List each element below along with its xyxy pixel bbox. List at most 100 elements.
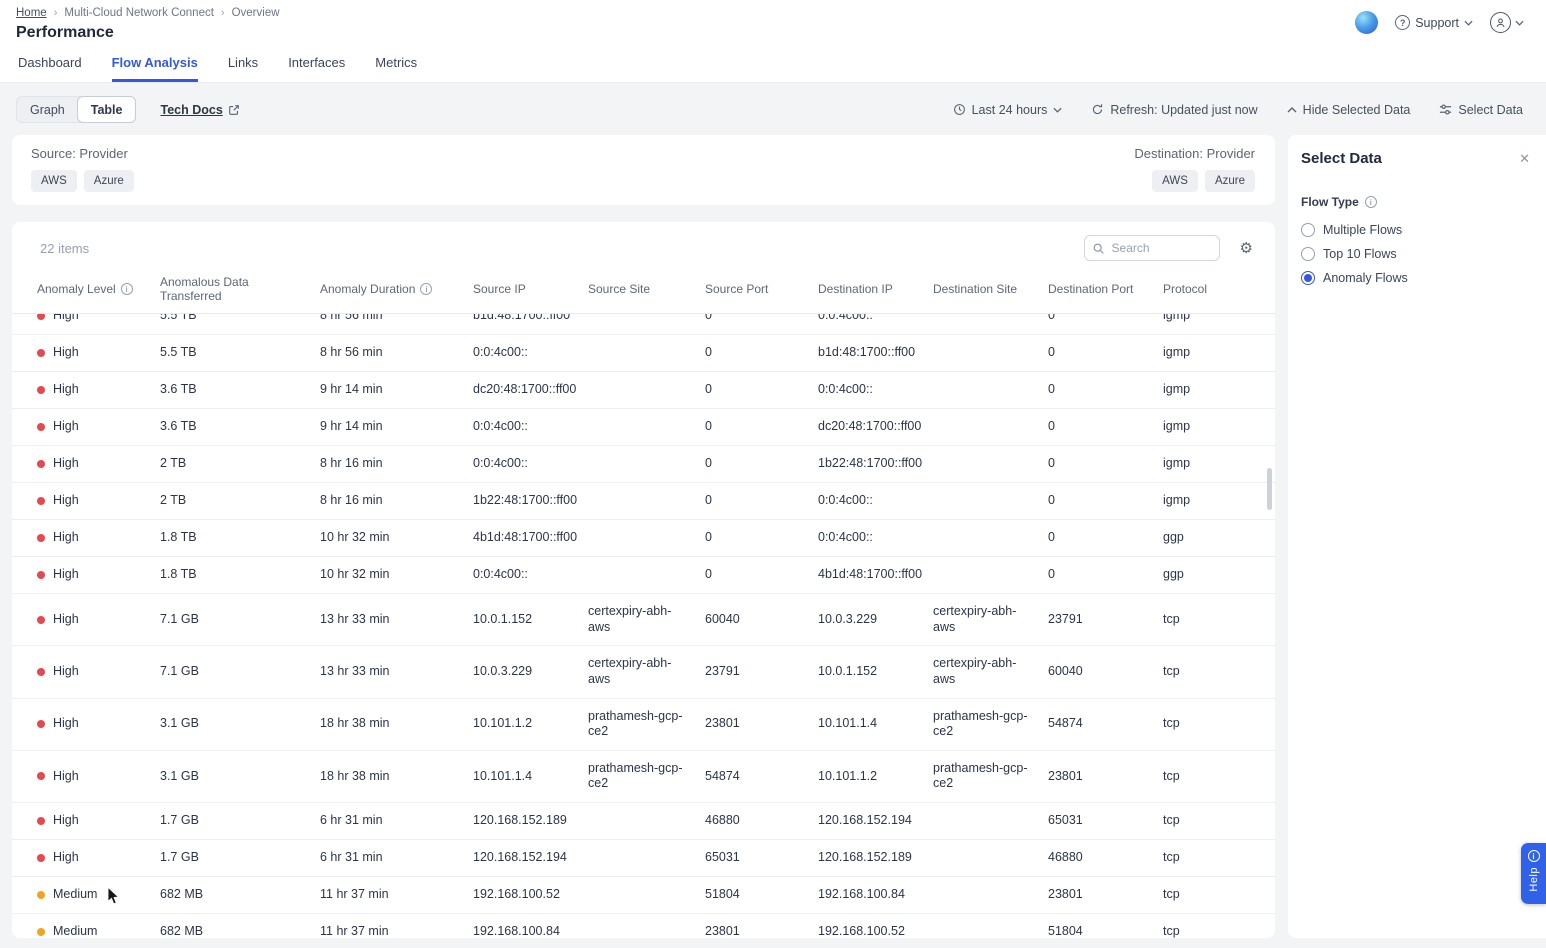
destination-chip-aws[interactable]: AWS xyxy=(1152,170,1198,192)
graph-view-button[interactable]: Graph xyxy=(16,96,79,123)
column-header-destination-ip: Destination IP xyxy=(818,282,933,296)
source-site-cell xyxy=(588,491,705,511)
destination-site-cell xyxy=(933,528,1048,548)
breadcrumb-section[interactable]: Multi-Cloud Network Connect xyxy=(64,7,214,19)
source-site-cell xyxy=(588,343,705,363)
table-row[interactable]: High 2 TB 8 hr 16 min 0:0:4c00:: 0 1b22:… xyxy=(12,446,1275,483)
destination-port-cell: 0 xyxy=(1048,382,1163,398)
tab-metrics[interactable]: Metrics xyxy=(375,42,417,82)
source-port-cell: 23791 xyxy=(705,664,818,680)
tab-links[interactable]: Links xyxy=(228,42,258,82)
radio-anomaly-flows[interactable]: Anomaly Flows xyxy=(1301,271,1530,285)
table-row[interactable]: High 1.7 GB 6 hr 31 min 120.168.152.189 … xyxy=(12,803,1275,840)
column-header-anomalous-data-transferred: Anomalous Data Transferred xyxy=(160,275,320,303)
search-icon xyxy=(1092,242,1105,255)
source-ip-cell: 0:0:4c00:: xyxy=(473,345,588,361)
tab-dashboard[interactable]: Dashboard xyxy=(18,42,82,82)
table-scrollbar-thumb[interactable] xyxy=(1267,468,1272,510)
source-ip-cell: 10.0.1.152 xyxy=(473,612,588,628)
table-row[interactable]: High 5.5 TB 8 hr 56 min b1d:48:1700::ff0… xyxy=(12,314,1275,335)
column-header-source-ip: Source IP xyxy=(473,282,588,296)
destination-chip-azure[interactable]: Azure xyxy=(1205,170,1255,192)
anomaly-level-cell: High xyxy=(37,769,160,785)
table-row[interactable]: Medium 682 MB 11 hr 37 min 192.168.100.8… xyxy=(12,914,1275,938)
column-label: Anomalous Data Transferred xyxy=(160,275,312,303)
search-wrap xyxy=(1084,235,1220,261)
view-toggle: Graph Table xyxy=(16,96,136,123)
column-label: Destination Site xyxy=(933,282,1017,296)
column-label: Source IP xyxy=(473,282,526,296)
destination-site-cell xyxy=(933,848,1048,868)
column-label: Source Site xyxy=(588,282,650,296)
source-port-cell: 0 xyxy=(705,530,818,546)
duration-cell: 13 hr 33 min xyxy=(320,612,473,628)
tab-interfaces[interactable]: Interfaces xyxy=(288,42,345,82)
destination-provider-chips: AWS Azure xyxy=(1152,170,1255,192)
protocol-cell: igmp xyxy=(1163,345,1275,361)
table-row[interactable]: High 1.7 GB 6 hr 31 min 120.168.152.194 … xyxy=(12,840,1275,877)
table-row[interactable]: High 7.1 GB 13 hr 33 min 10.0.3.229 cert… xyxy=(12,646,1275,698)
data-transferred-cell: 3.1 GB xyxy=(160,769,320,785)
table-row[interactable]: High 7.1 GB 13 hr 33 min 10.0.1.152 cert… xyxy=(12,594,1275,646)
destination-ip-cell: 120.168.152.189 xyxy=(818,850,933,866)
tab-bar: Dashboard Flow Analysis Links Interfaces… xyxy=(0,42,1546,83)
destination-port-cell: 0 xyxy=(1048,530,1163,546)
tab-label: Metrics xyxy=(375,55,417,70)
tech-docs-label: Tech Docs xyxy=(160,103,222,117)
table-row[interactable]: High 5.5 TB 8 hr 56 min 0:0:4c00:: 0 b1d… xyxy=(12,335,1275,372)
refresh-button[interactable]: Refresh: Updated just now xyxy=(1091,103,1257,117)
source-ip-cell: 10.101.1.4 xyxy=(473,769,588,785)
breadcrumb-home[interactable]: Home xyxy=(16,7,47,19)
close-icon[interactable]: ✕ xyxy=(1519,151,1530,167)
chevron-down-icon xyxy=(1515,20,1524,26)
anomaly-level-dot xyxy=(37,534,45,542)
protocol-cell: igmp xyxy=(1163,456,1275,472)
source-site-cell xyxy=(588,314,705,326)
column-header-protocol: Protocol xyxy=(1163,282,1275,296)
select-data-label: Select Data xyxy=(1458,103,1523,117)
table-row[interactable]: High 3.6 TB 9 hr 14 min 0:0:4c00:: 0 dc2… xyxy=(12,409,1275,446)
hide-selected-data-button[interactable]: Hide Selected Data xyxy=(1287,103,1411,117)
table-header-row: Anomaly Leveli Anomalous Data Transferre… xyxy=(12,270,1275,314)
info-icon[interactable]: i xyxy=(121,283,133,295)
table-row[interactable]: Medium 682 MB 11 hr 37 min 192.168.100.5… xyxy=(12,877,1275,914)
table-row[interactable]: High 1.8 TB 10 hr 32 min 0:0:4c00:: 0 4b… xyxy=(12,557,1275,594)
source-provider-filter: Source: Provider AWS Azure xyxy=(31,146,134,192)
radio-multiple-flows[interactable]: Multiple Flows xyxy=(1301,223,1530,237)
anomaly-level-cell: High xyxy=(37,612,160,628)
source-chip-aws[interactable]: AWS xyxy=(31,170,77,192)
destination-site-cell xyxy=(933,811,1048,831)
support-menu[interactable]: ? Support xyxy=(1395,15,1473,30)
anomaly-level-dot xyxy=(37,497,45,505)
destination-site-cell xyxy=(933,417,1048,437)
table-row[interactable]: High 3.1 GB 18 hr 38 min 10.101.1.2 prat… xyxy=(12,699,1275,751)
anomaly-level-cell: High xyxy=(37,530,160,546)
table-row[interactable]: High 3.6 TB 9 hr 14 min dc20:48:1700::ff… xyxy=(12,372,1275,409)
info-icon[interactable]: i xyxy=(420,283,432,295)
select-data-button[interactable]: Select Data xyxy=(1439,103,1523,117)
anomaly-level-text: High xyxy=(53,567,79,583)
tech-docs-link[interactable]: Tech Docs xyxy=(160,103,239,117)
source-site-cell xyxy=(588,848,705,868)
column-header-source-port: Source Port xyxy=(705,282,818,296)
table-view-button[interactable]: Table xyxy=(77,96,137,123)
radio-icon xyxy=(1301,247,1315,261)
table-settings-gear-icon[interactable]: ⚙ xyxy=(1240,241,1253,256)
tab-flow-analysis[interactable]: Flow Analysis xyxy=(112,42,198,82)
destination-port-cell: 23791 xyxy=(1048,612,1163,628)
source-port-cell: 46880 xyxy=(705,813,818,829)
duration-cell: 9 hr 14 min xyxy=(320,382,473,398)
source-chip-azure[interactable]: Azure xyxy=(84,170,134,192)
anomaly-level-cell: High xyxy=(37,716,160,732)
radio-top-10-flows[interactable]: Top 10 Flows xyxy=(1301,247,1530,261)
help-tab[interactable]: i Help xyxy=(1521,843,1546,904)
destination-site-cell xyxy=(933,380,1048,400)
table-row[interactable]: High 1.8 TB 10 hr 32 min 4b1d:48:1700::f… xyxy=(12,520,1275,557)
user-menu[interactable] xyxy=(1490,12,1524,33)
destination-ip-cell: 192.168.100.52 xyxy=(818,924,933,938)
time-range-dropdown[interactable]: Last 24 hours xyxy=(953,103,1063,117)
info-icon[interactable]: i xyxy=(1365,196,1377,208)
top-header-right: ? Support xyxy=(1355,11,1524,34)
table-row[interactable]: High 2 TB 8 hr 16 min 1b22:48:1700::ff00… xyxy=(12,483,1275,520)
table-row[interactable]: High 3.1 GB 18 hr 38 min 10.101.1.4 prat… xyxy=(12,751,1275,803)
